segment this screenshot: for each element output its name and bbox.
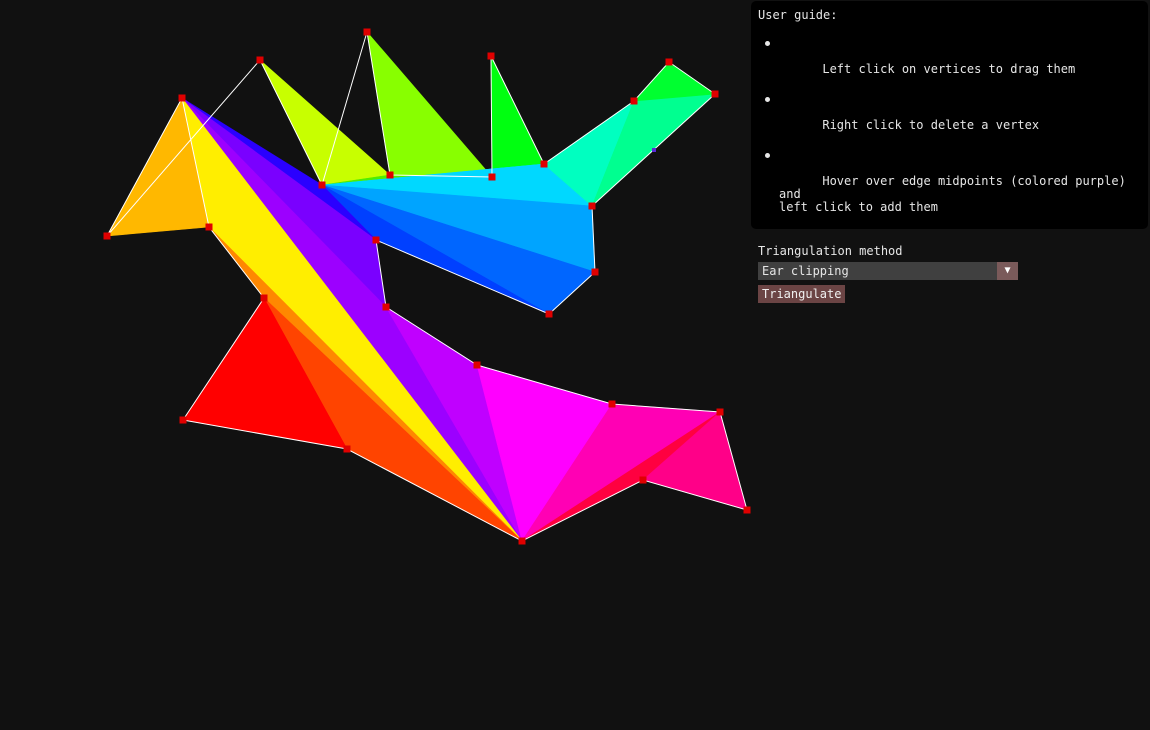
vertex-handle[interactable]: [343, 445, 351, 453]
vertex-handle[interactable]: [178, 94, 186, 102]
vertex-handle[interactable]: [591, 268, 599, 276]
vertex-handle[interactable]: [518, 537, 526, 545]
vertex-handle[interactable]: [545, 310, 553, 318]
vertex-handle[interactable]: [179, 416, 187, 424]
guide-item: Left click on vertices to drag them: [758, 37, 1141, 89]
midpoints-layer: [652, 148, 656, 152]
vertex-handle[interactable]: [473, 361, 481, 369]
bullet-dot-icon: [765, 97, 770, 102]
vertex-handle[interactable]: [205, 223, 213, 231]
bullet-dot-icon: [765, 41, 770, 46]
triangle: [633, 61, 716, 102]
vertex-handle[interactable]: [711, 90, 719, 98]
guide-title: User guide:: [758, 8, 838, 22]
edge-midpoint-handle[interactable]: [652, 148, 656, 152]
vertex-handle[interactable]: [608, 400, 616, 408]
vertex-handle[interactable]: [487, 52, 495, 60]
triangulation-method-label: Triangulation method: [758, 244, 903, 258]
triangulation-method-dropdown[interactable]: Ear clipping ▼: [758, 262, 1018, 280]
triangulation-method-value: Ear clipping: [762, 264, 849, 278]
triangle-down-icon[interactable]: ▼: [997, 262, 1018, 280]
vertex-handle[interactable]: [260, 294, 268, 302]
vertex-handle[interactable]: [488, 173, 496, 181]
triangle: [490, 55, 545, 178]
vertex-handle[interactable]: [639, 476, 647, 484]
guide-item: Hover over edge midpoints (colored purpl…: [758, 149, 1141, 227]
vertex-handle[interactable]: [318, 181, 326, 189]
guide-item-text: Hover over edge midpoints (colored purpl…: [779, 174, 1126, 214]
user-guide-panel: User guide: Left click on vertices to dr…: [751, 1, 1148, 303]
vertex-handle[interactable]: [256, 56, 264, 64]
bullet-dot-icon: [765, 153, 770, 158]
guide-list: Left click on vertices to drag them Righ…: [758, 37, 1141, 227]
vertex-handle[interactable]: [382, 303, 390, 311]
guide-item-text: Right click to delete a vertex: [822, 118, 1040, 132]
vertex-handle[interactable]: [630, 97, 638, 105]
vertex-handle[interactable]: [540, 160, 548, 168]
guide-item: Right click to delete a vertex: [758, 93, 1141, 145]
triangle: [366, 31, 493, 178]
vertex-handle[interactable]: [372, 236, 380, 244]
vertex-handle[interactable]: [103, 232, 111, 240]
vertex-handle[interactable]: [743, 506, 751, 514]
triangulate-button[interactable]: Triangulate: [758, 285, 846, 303]
vertex-handle[interactable]: [716, 408, 724, 416]
guide-item-text: Left click on vertices to drag them: [822, 62, 1076, 76]
vertex-handle[interactable]: [386, 171, 394, 179]
vertex-handle[interactable]: [665, 58, 673, 66]
vertex-handle[interactable]: [363, 28, 371, 36]
triangles-layer: [106, 31, 748, 542]
vertex-handle[interactable]: [588, 202, 596, 210]
